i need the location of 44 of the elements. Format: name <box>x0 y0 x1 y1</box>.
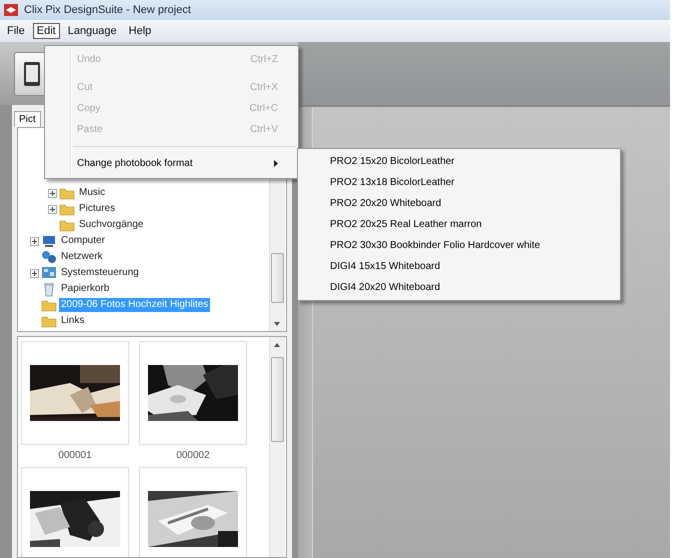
panel-tab[interactable]: Pict <box>14 111 41 127</box>
menu-item[interactable]: PRO2 30x30 Bookbinder Folio Hardcover white <box>298 235 620 256</box>
tree-item[interactable]: Netzwerk <box>59 250 105 264</box>
menu-bar-item[interactable]: Language <box>64 23 121 39</box>
recycle-bin-icon <box>41 281 57 297</box>
menu-bar-item[interactable]: File <box>3 23 29 39</box>
photo-caption: 000001 <box>58 449 92 463</box>
menu-item[interactable]: Change photobook format <box>45 153 298 174</box>
window-title: Clix Pix DesignSuite - New project <box>24 4 191 16</box>
tree-item[interactable]: Papierkorb <box>59 282 112 296</box>
menu-item[interactable]: PRO2 20x25 Real Leather marron <box>298 214 620 235</box>
scrollbar[interactable] <box>269 337 285 557</box>
menu-item[interactable]: PRO2 20x20 Whiteboard <box>298 193 620 214</box>
menu-bar-item[interactable]: Edit <box>32 23 60 39</box>
scrollbar-thumb[interactable] <box>271 357 284 442</box>
tree-item[interactable]: Computer <box>59 234 107 248</box>
menu-bar-item[interactable]: Help <box>124 23 156 39</box>
network-icon <box>41 249 57 265</box>
computer-icon <box>41 233 57 249</box>
photo-card[interactable] <box>139 467 247 557</box>
tree-item[interactable]: Music <box>77 186 108 200</box>
tree-item[interactable]: Pictures <box>77 202 118 216</box>
photo-card[interactable] <box>21 341 129 445</box>
expand-icon[interactable] <box>48 204 57 214</box>
tree-item[interactable]: Systemsteuerung <box>59 266 141 280</box>
photo-card[interactable] <box>139 341 247 445</box>
menu-item[interactable]: PRO2 15x20 BicolorLeather <box>298 151 620 172</box>
photo-caption: 000002 <box>176 449 210 463</box>
photo-card[interactable] <box>21 467 129 557</box>
submenu-arrow-icon <box>274 160 278 167</box>
menu-item[interactable]: DIGI4 20x20 Whiteboard <box>298 277 620 298</box>
scroll-up-icon[interactable] <box>273 342 281 348</box>
tree-item[interactable]: Links <box>59 314 86 328</box>
expand-icon[interactable] <box>30 236 39 246</box>
scrollbar-thumb[interactable] <box>271 253 284 303</box>
expand-icon[interactable] <box>48 188 57 198</box>
app-logo-icon <box>4 4 18 16</box>
tree-item[interactable]: Suchvorgänge <box>77 218 146 232</box>
menu-item[interactable]: PRO2 13x18 BicolorLeather <box>298 172 620 193</box>
tablet-icon <box>21 60 43 88</box>
menu-item[interactable]: DIGI4 15x15 Whiteboard <box>298 256 620 277</box>
scroll-down-icon[interactable] <box>273 321 281 327</box>
control-panel-icon <box>41 265 57 281</box>
expand-icon[interactable] <box>30 268 39 278</box>
